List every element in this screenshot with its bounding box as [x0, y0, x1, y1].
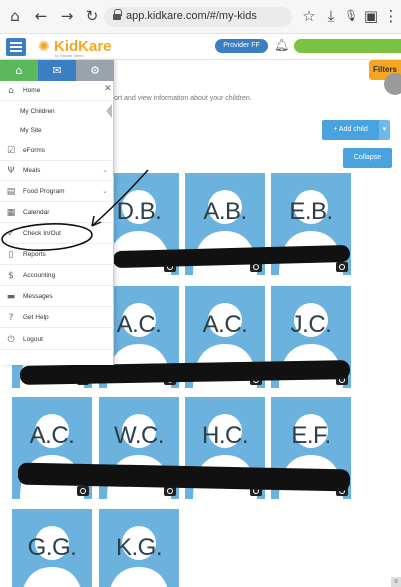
- forward-icon[interactable]: →: [58, 7, 76, 25]
- side-navigation-menu: ⌂ ✉ ⚙ ✕ ⌂ Home ☑ eForms Ψ Meals ⌄ ▤ Food Program…: [0, 60, 114, 365]
- tab-settings[interactable]: ⚙: [76, 60, 114, 81]
- menu-item-label: Calendar: [23, 209, 50, 216]
- chevron-down-icon: ⌄: [102, 187, 108, 195]
- home-icon: ⌂: [8, 86, 14, 96]
- menu-item-label: Messages: [23, 293, 53, 300]
- reload-icon[interactable]: ↻: [83, 7, 101, 25]
- camera-icon[interactable]: [77, 486, 89, 496]
- menu-item-label: Get Help: [23, 314, 49, 321]
- page-intro-text: ort and view information about your chil…: [114, 95, 252, 102]
- menu-item-messages[interactable]: ▬ Messages: [0, 287, 114, 307]
- menu-item-logout[interactable]: ⏻ Logout: [0, 330, 114, 350]
- menu-item-label: Logout: [23, 336, 43, 343]
- child-initials: A.C.: [202, 311, 248, 338]
- back-icon[interactable]: ←: [32, 7, 50, 25]
- checkbox-icon: ☑: [6, 146, 16, 156]
- report-icon: ▯: [8, 250, 14, 260]
- add-child-dropdown-button[interactable]: ▾: [379, 120, 390, 140]
- menu-item-label: Food Program: [23, 188, 65, 195]
- menu-item-check-in-out[interactable]: ✓ Check In/Out: [0, 224, 114, 244]
- food-icon: ▤: [6, 187, 16, 197]
- child-initials: K.G.: [115, 534, 163, 561]
- power-icon: ⏻: [7, 335, 15, 345]
- hamburger-line: [10, 46, 22, 48]
- child-initials: E.B.: [289, 198, 333, 225]
- microphone-icon[interactable]: 🎙: [342, 7, 360, 25]
- download-icon[interactable]: ⤓: [322, 7, 340, 25]
- provider-badge[interactable]: Provider FF: [215, 39, 268, 53]
- hamburger-line: [10, 50, 22, 52]
- menu-item-get-help[interactable]: ? Get Help: [0, 308, 114, 328]
- star-icon[interactable]: ☆: [300, 7, 318, 25]
- menu-item-calendar[interactable]: ▦ Calendar: [0, 203, 114, 223]
- logo-sun-icon: ✺: [38, 39, 50, 55]
- menu-tabs: ⌂ ✉ ⚙: [0, 60, 114, 81]
- app-header: ✺ KidKare by Minute Menu Provider FF 🔔︎: [0, 34, 401, 60]
- kidkare-logo[interactable]: ✺ KidKare by Minute Menu: [38, 37, 112, 58]
- child-initials: G.G.: [27, 534, 77, 561]
- child-initials: W.C.: [114, 422, 165, 449]
- mail-icon: ✉: [52, 64, 62, 77]
- home-icon[interactable]: ⌂: [6, 7, 24, 25]
- url-text: app.kidkare.com/#/my-kids: [126, 10, 257, 22]
- child-initials: E.F.: [291, 422, 331, 449]
- more-menu-icon[interactable]: ⋮: [382, 7, 400, 25]
- lock-icon: [113, 9, 122, 22]
- user-menu-bar[interactable]: [294, 39, 401, 53]
- child-card[interactable]: K.G.: [99, 509, 179, 587]
- hamburger-menu-button[interactable]: [6, 38, 26, 56]
- gears-icon: ⚙: [90, 64, 100, 77]
- tab-home[interactable]: ⌂: [0, 60, 38, 81]
- menu-item-label: eForms: [23, 147, 46, 154]
- child-card[interactable]: G.G.: [12, 509, 92, 587]
- menu-item-home[interactable]: ⌂ Home: [0, 81, 114, 101]
- bell-icon[interactable]: 🔔︎: [274, 38, 289, 52]
- tab-messages[interactable]: ✉: [38, 60, 76, 81]
- browser-toolbar: ⌂ ← → ↻ app.kidkare.com/#/my-kids ☆ ⤓ 🎙 …: [0, 0, 401, 34]
- hamburger-line: [10, 42, 22, 44]
- check-icon: ✓: [7, 229, 15, 239]
- submenu-item-my-site[interactable]: My Site: [10, 121, 110, 141]
- child-initials: J.C.: [290, 311, 332, 338]
- submenu-item-label: My Children: [20, 108, 55, 115]
- home-icon: ⌂: [15, 64, 23, 77]
- child-initials: A.C.: [29, 422, 75, 449]
- corner-menu-icon[interactable]: ≡: [391, 577, 401, 587]
- utensils-icon: Ψ: [7, 166, 15, 176]
- menu-item-label: Home: [23, 87, 41, 94]
- collapse-button[interactable]: Collapse: [343, 148, 392, 168]
- child-initials: H.C.: [202, 422, 249, 449]
- dollar-icon: $: [8, 271, 14, 281]
- submenu-item-label: My Site: [20, 127, 42, 134]
- menu-item-reports[interactable]: ▯ Reports: [0, 245, 114, 265]
- menu-item-eforms[interactable]: ☑ eForms: [0, 141, 114, 161]
- menu-item-label: Meals: [23, 167, 41, 174]
- menu-item-meals[interactable]: Ψ Meals ⌄: [0, 161, 114, 181]
- calendar-icon: ▦: [6, 208, 16, 218]
- menu-item-label: Accounting: [23, 272, 56, 279]
- tabs-icon[interactable]: ▣: [362, 7, 380, 25]
- address-bar[interactable]: app.kidkare.com/#/my-kids: [104, 7, 292, 27]
- menu-item-accounting[interactable]: $ Accounting: [0, 266, 114, 286]
- messages-icon: ▬: [6, 292, 16, 302]
- submenu-item-my-children[interactable]: My Children: [10, 102, 110, 122]
- camera-icon[interactable]: [336, 262, 348, 272]
- menu-item-food-program[interactable]: ▤ Food Program ⌄: [0, 182, 114, 202]
- child-initials: A.B.: [203, 198, 247, 225]
- menu-item-label: Check In/Out: [23, 230, 61, 237]
- scroll-handle[interactable]: [384, 73, 401, 95]
- add-child-button[interactable]: + Add child: [322, 120, 379, 140]
- chevron-down-icon: ⌄: [102, 166, 108, 174]
- logo-tagline: by Minute Menu: [55, 53, 84, 58]
- help-icon: ?: [8, 313, 14, 323]
- menu-item-label: Reports: [23, 251, 46, 258]
